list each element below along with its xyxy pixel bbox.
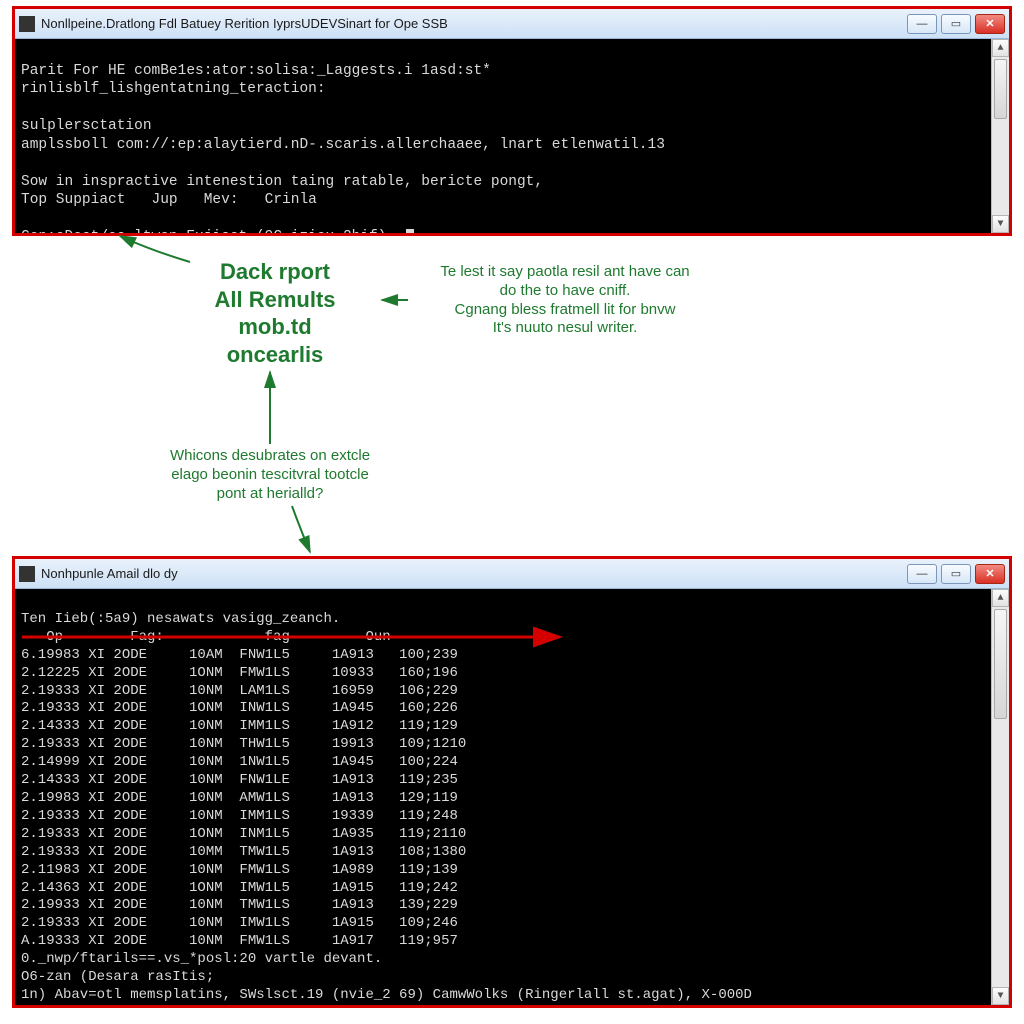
minimize-button[interactable]: — xyxy=(907,564,937,584)
console-line: O6-zan (Desara rasItis; xyxy=(21,969,214,985)
table-row: 2.19333 XI 2ODE 1ONM INW1LS 1A945 160;22… xyxy=(21,700,458,716)
cursor-icon xyxy=(406,229,414,233)
scroll-thumb[interactable] xyxy=(994,59,1007,119)
scrollbar[interactable]: ▲ ▼ xyxy=(991,39,1009,233)
table-header: Op Fag: fag Oun xyxy=(21,629,391,645)
maximize-button[interactable]: ▭ xyxy=(941,14,971,34)
annotation-question: Whicons desubrates on extcle elago beoni… xyxy=(140,447,400,503)
annot-big-l1: Dack rport xyxy=(175,258,375,286)
scroll-down-icon[interactable]: ▼ xyxy=(992,215,1009,233)
annot-q-l3: pont at herialld? xyxy=(140,485,400,504)
table-row: 2.14999 XI 2ODE 10NM 1NW1L5 1A945 100;22… xyxy=(21,754,458,770)
console2-body: Ten Iieb(:5a9) nesawats vasigg_zeanch. O… xyxy=(15,589,1009,1005)
annot-note-l4: It's nuuto nesul writer. xyxy=(395,319,735,338)
annot-note-l1: Te lest it say paotla resil ant have can xyxy=(395,263,735,282)
annotation-note: Te lest it say paotla resil ant have can… xyxy=(395,263,735,338)
table-row: 2.19333 XI 2ODE 10MM TMW1L5 1A913 108;13… xyxy=(21,844,466,860)
annotation-heading: Dack rport All Remults mob.td oncearlis xyxy=(175,258,375,368)
console-line: amplssboll com://:ep:alaytierd.nD-.scari… xyxy=(21,137,665,153)
table-row: 2.19333 XI 2ODE 10NM LAM1LS 16959 106;22… xyxy=(21,683,458,699)
scroll-down-icon[interactable]: ▼ xyxy=(992,987,1009,1005)
table-row: 2.11983 XI 2ODE 10NM FMW1LS 1A989 119;13… xyxy=(21,862,458,878)
console-line: Sow in inspractive intenestion taing rat… xyxy=(21,174,543,190)
app-icon xyxy=(19,16,35,32)
scroll-thumb[interactable] xyxy=(994,609,1007,719)
console-line: 1n) Abav=otl memsplatins, SWslsct.19 (nv… xyxy=(21,987,752,1003)
table-row: 2.14333 XI 2ODE 10NM IMM1LS 1A912 119;12… xyxy=(21,718,458,734)
annot-q-l2: elago beonin tescitvral tootcle xyxy=(140,466,400,485)
table-row: A.19333 XI 2ODE 10NM FMW1LS 1A917 119;95… xyxy=(21,933,458,949)
table-row: 2.12225 XI 2ODE 1ONM FMW1LS 10933 160;19… xyxy=(21,665,458,681)
window1-titlebar[interactable]: Nonllpeine.Dratlong Fdl Batuey Rerition … xyxy=(15,9,1009,39)
scroll-up-icon[interactable]: ▲ xyxy=(992,589,1009,607)
table-row: 2.19333 XI 2ODE 10NM IMW1LS 1A915 109;24… xyxy=(21,915,458,931)
annot-q-l1: Whicons desubrates on extcle xyxy=(140,447,400,466)
table-row: 2.19333 XI 2ODE 10NM IMM1LS 19339 119;24… xyxy=(21,808,458,824)
scroll-up-icon[interactable]: ▲ xyxy=(992,39,1009,57)
console-line: rinlisblf_lishgentatning_teraction: xyxy=(21,81,326,97)
annot-note-l2: do the to have cniff. xyxy=(395,282,735,301)
close-button[interactable]: ✕ xyxy=(975,564,1005,584)
annot-note-l3: Cgnang bless fratmell lit for bnvw xyxy=(395,301,735,320)
table-row: 6.19983 XI 2ODE 10AM FNW1L5 1A913 100;23… xyxy=(21,647,458,663)
console-line: Ten Iieb(:5a9) nesawats vasigg_zeanch. xyxy=(21,611,340,627)
table-row: 2.19933 XI 2ODE 10NM TMW1LS 1A913 139;22… xyxy=(21,897,458,913)
minimize-button[interactable]: — xyxy=(907,14,937,34)
console-line: sulplersctation xyxy=(21,118,152,134)
console1-body: Parit For HE comBe1es:ator:solisa:_Lagge… xyxy=(15,39,1009,233)
maximize-button[interactable]: ▭ xyxy=(941,564,971,584)
table-row: 2.19333 XI 2ODE 10NM THW1L5 19913 109;12… xyxy=(21,736,466,752)
table-row: 2.19333 XI 2ODE 1ONM INM1L5 1A935 119;21… xyxy=(21,826,466,842)
console-line: 0._nwp/ftarils==.vs_*posl:20 vartle deva… xyxy=(21,951,382,967)
console-line: Cop:oDect/es_ltwon Exjisst,(9C-iziex 2hi… xyxy=(21,229,404,233)
table-row: 2.14363 XI 2ODE 1ONM IMW1L5 1A915 119;24… xyxy=(21,880,458,896)
scrollbar[interactable]: ▲ ▼ xyxy=(991,589,1009,1005)
app-icon xyxy=(19,566,35,582)
annot-big-l2: All Remults xyxy=(175,286,375,314)
close-button[interactable]: ✕ xyxy=(975,14,1005,34)
annot-big-l3: mob.td xyxy=(175,313,375,341)
annot-big-l4: oncearlis xyxy=(175,341,375,369)
window1-title: Nonllpeine.Dratlong Fdl Batuey Rerition … xyxy=(41,16,907,31)
console-line: Parit For HE comBe1es:ator:solisa:_Lagge… xyxy=(21,63,491,79)
table-row: 2.14333 XI 2ODE 10NM FNW1LE 1A913 119;23… xyxy=(21,772,458,788)
window2-title: Nonhpunle Amail dlo dy xyxy=(41,566,907,581)
table-row: 2.19983 XI 2ODE 10NM AMW1LS 1A913 129;11… xyxy=(21,790,458,806)
console-line: Top Suppiact Jup Mev: Crinla xyxy=(21,192,317,208)
window2-titlebar[interactable]: Nonhpunle Amail dlo dy — ▭ ✕ xyxy=(15,559,1009,589)
